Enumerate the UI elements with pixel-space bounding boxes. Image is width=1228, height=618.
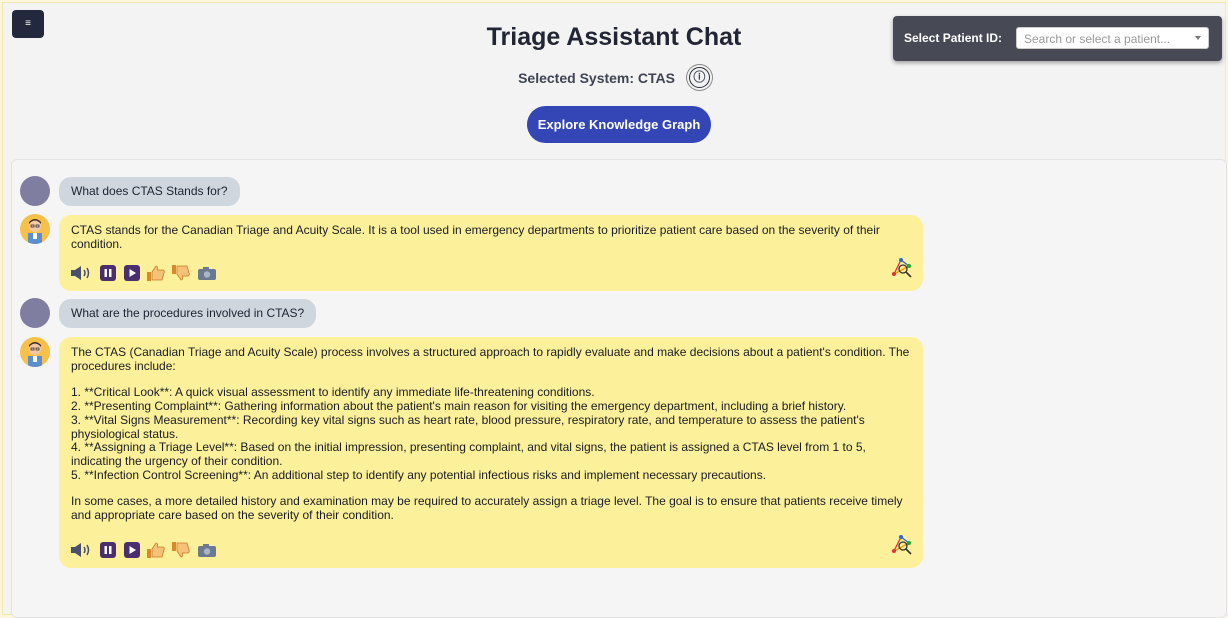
- user-avatar: [20, 176, 50, 206]
- pause-icon[interactable]: [100, 542, 117, 562]
- assistant-message-outro: In some cases, a more detailed history a…: [71, 494, 903, 523]
- assistant-avatar: [20, 337, 50, 367]
- procedure-item: 4. **Assigning a Triage Level**: Based o…: [71, 440, 866, 468]
- info-icon[interactable]: ⓘ: [688, 67, 710, 88]
- knowledge-graph-icon[interactable]: [891, 533, 913, 559]
- selected-system: Selected System: CTAS ⓘ: [3, 67, 1225, 90]
- assistant-message-intro: The CTAS (Canadian Triage and Acuity Sca…: [71, 345, 910, 373]
- patient-selector-panel: Select Patient ID: Search or select a pa…: [893, 16, 1222, 61]
- pause-icon[interactable]: [100, 265, 117, 285]
- user-avatar: [20, 298, 50, 328]
- thumbs-up-icon[interactable]: [147, 542, 165, 562]
- speaker-icon[interactable]: [71, 266, 93, 284]
- speaker-icon[interactable]: [71, 543, 93, 561]
- doctor-avatar-icon: [28, 219, 42, 244]
- assistant-avatar: [20, 214, 50, 244]
- procedure-item: 3. **Vital Signs Measurement**: Recordin…: [71, 412, 865, 441]
- procedure-item: 5. **Infection Control Screening**: An a…: [71, 467, 767, 482]
- camera-icon[interactable]: [197, 266, 216, 284]
- message-actions: [71, 265, 220, 281]
- doctor-avatar-icon: [28, 342, 42, 367]
- message-actions: [71, 542, 220, 558]
- play-icon[interactable]: [123, 542, 140, 562]
- thumbs-down-icon[interactable]: [172, 542, 191, 562]
- selected-system-label: Selected System: CTAS: [518, 70, 675, 87]
- chat-panel: What does CTAS Stands for? CTAS stands f…: [11, 159, 1227, 618]
- patient-select-input[interactable]: Search or select a patient...: [1016, 27, 1209, 49]
- user-message: What are the procedures involved in CTAS…: [59, 299, 317, 328]
- procedure-item: 1. **Critical Look**: A quick visual ass…: [71, 385, 595, 400]
- camera-icon[interactable]: [197, 543, 216, 561]
- explore-knowledge-graph-button[interactable]: Explore Knowledge Graph: [527, 106, 711, 143]
- procedure-item: 2. **Presenting Complaint**: Gathering i…: [71, 399, 847, 414]
- thumbs-down-icon[interactable]: [172, 265, 191, 285]
- patient-id-label: Select Patient ID:: [904, 31, 1003, 45]
- thumbs-up-icon[interactable]: [147, 265, 165, 285]
- play-icon[interactable]: [123, 265, 140, 285]
- patient-select-placeholder: Search or select a patient...: [1024, 32, 1171, 46]
- assistant-message: CTAS stands for the Canadian Triage and …: [59, 215, 923, 291]
- user-message: What does CTAS Stands for?: [59, 177, 240, 206]
- knowledge-graph-icon[interactable]: [891, 256, 913, 282]
- assistant-message-text: CTAS stands for the Canadian Triage and …: [71, 223, 880, 251]
- assistant-message: The CTAS (Canadian Triage and Acuity Sca…: [59, 337, 923, 568]
- app-container: ≡ Triage Assistant Chat Selected System:…: [2, 2, 1227, 618]
- chevron-down-icon[interactable]: [1195, 36, 1201, 40]
